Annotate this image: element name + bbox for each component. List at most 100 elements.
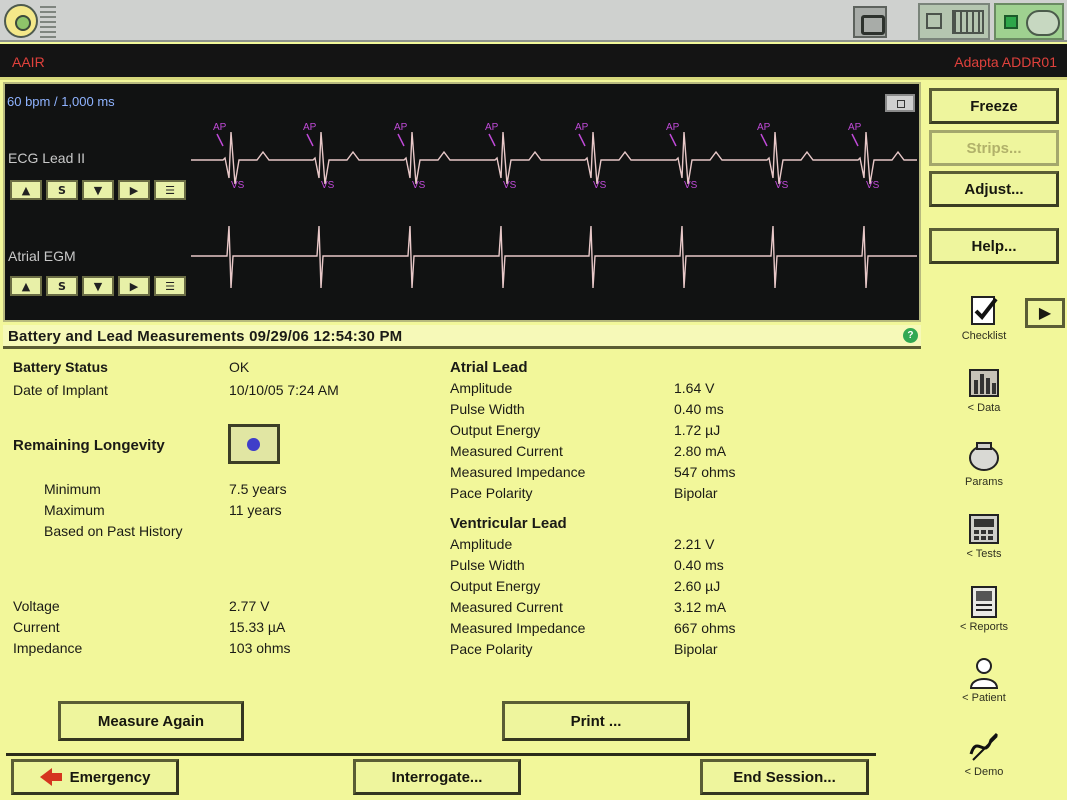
- minimum-value: 7.5 years: [229, 481, 287, 497]
- atrial-lead-title: Atrial Lead: [450, 359, 528, 376]
- minimum-label: Minimum: [44, 481, 101, 497]
- pace-marker-tick: [216, 133, 224, 147]
- ventricular-measured-current-value: 3.12 mA: [674, 599, 727, 615]
- atrial-measured-current-label: Measured Current: [450, 443, 563, 459]
- ecg-window-button[interactable]: [885, 94, 915, 112]
- atrial-pace-marker: AP: [848, 122, 862, 133]
- atrial-amplitude-label: Amplitude: [450, 380, 513, 396]
- implant-label: Date of Implant: [13, 382, 108, 398]
- ventricular-lead-title: Ventricular Lead: [450, 515, 567, 532]
- nav-patient-label: < Patient: [962, 692, 1006, 704]
- atrial-amplitude-value: 1.64 V: [674, 380, 715, 396]
- ventricular-amplitude-value: 2.21 V: [674, 536, 715, 552]
- freeze-button[interactable]: Freeze: [929, 88, 1059, 124]
- tests-icon: [967, 512, 1001, 546]
- channel1-menu-button[interactable]: ☰: [154, 180, 186, 200]
- measurements-title: Battery and Lead Measurements 09/29/06 1…: [8, 328, 403, 345]
- ventricular-pace-polarity-label: Pace Polarity: [450, 641, 533, 657]
- atrial-pace-marker: AP: [575, 122, 589, 133]
- atrial-pace-marker: AP: [666, 122, 680, 133]
- nav-reports-label: < Reports: [960, 621, 1008, 633]
- interrogate-button[interactable]: Interrogate...: [353, 759, 521, 795]
- window-layout-icon[interactable]: [918, 3, 990, 40]
- channel2-label: Atrial EGM: [8, 248, 76, 264]
- voltage-label: Voltage: [13, 598, 60, 614]
- nav-data[interactable]: < Data: [950, 366, 1018, 414]
- measure-again-button[interactable]: Measure Again: [58, 701, 244, 741]
- channel2-down-button[interactable]: ▼: [82, 276, 114, 296]
- nav-reports[interactable]: < Reports: [950, 585, 1018, 633]
- nav-patient[interactable]: < Patient: [950, 656, 1018, 704]
- pace-marker-tick: [760, 133, 768, 147]
- ventricular-amplitude-label: Amplitude: [450, 536, 513, 552]
- atrial-output-energy-label: Output Energy: [450, 422, 541, 438]
- nav-demo[interactable]: < Demo: [950, 730, 1018, 778]
- maximum-value: 11 years: [229, 502, 282, 518]
- ventricular-measured-current-label: Measured Current: [450, 599, 563, 615]
- nav-tests[interactable]: < Tests: [950, 512, 1018, 560]
- atrial-measured-impedance-label: Measured Impedance: [450, 464, 586, 480]
- atrial-pace-polarity-value: Bipolar: [674, 485, 718, 501]
- nav-data-label: < Data: [967, 402, 1001, 414]
- strips-button[interactable]: Strips...: [929, 130, 1059, 166]
- atrial-pace-polarity-label: Pace Polarity: [450, 485, 533, 501]
- ventricular-sense-marker: VS: [866, 180, 880, 191]
- ventricular-output-energy-label: Output Energy: [450, 578, 541, 594]
- channel1-controls: ▲ S ▼ ▶ ☰: [10, 180, 186, 200]
- device-icon[interactable]: [853, 6, 887, 38]
- ecg-lead-ii-trace: [191, 131, 917, 185]
- nav-demo-label: < Demo: [964, 766, 1004, 778]
- longevity-details-button[interactable]: [228, 424, 280, 464]
- help-dot-icon[interactable]: ?: [903, 328, 918, 343]
- emergency-button[interactable]: Emergency: [11, 759, 179, 795]
- channel2-menu-button[interactable]: ☰: [154, 276, 186, 296]
- help-button[interactable]: Help...: [929, 228, 1059, 264]
- voltage-value: 2.77 V: [229, 598, 270, 614]
- history-label: Based on Past History: [44, 523, 183, 539]
- data-icon: [967, 366, 1001, 400]
- nav-params[interactable]: Params: [950, 440, 1018, 488]
- atrial-pulse-width-value: 0.40 ms: [674, 401, 724, 417]
- device-model: Adapta ADDR01: [954, 54, 1057, 70]
- toolbar-grip-icon: [40, 6, 56, 38]
- patient-icon: [967, 656, 1001, 690]
- atrial-pace-marker: AP: [485, 122, 499, 133]
- nav-tests-label: < Tests: [966, 548, 1002, 560]
- ventricular-sense-marker: VS: [775, 180, 789, 191]
- channel2-next-button[interactable]: ▶: [118, 276, 150, 296]
- adjust-button[interactable]: Adjust...: [929, 171, 1059, 207]
- params-icon: [967, 440, 1001, 474]
- mode-bar: AAIR Adapta ADDR01: [0, 44, 1067, 80]
- pace-marker-tick: [578, 133, 586, 147]
- ecg-display: AP VS AP VS AP VS AP VS AP VS AP VS AP VS AP VS 60 bpm …: [3, 82, 921, 322]
- pace-marker-tick: [306, 133, 314, 147]
- reports-icon: [967, 585, 1001, 619]
- expand-arrow-button[interactable]: ▶: [1025, 298, 1065, 328]
- pace-marker-tick: [397, 133, 405, 147]
- nav-checklist[interactable]: Checklist: [950, 294, 1018, 342]
- channel2-scale-button[interactable]: S: [46, 276, 78, 296]
- end-session-button[interactable]: End Session...: [700, 759, 869, 795]
- channel1-scale-button[interactable]: S: [46, 180, 78, 200]
- nav-params-label: Params: [965, 476, 1003, 488]
- channel1-down-button[interactable]: ▼: [82, 180, 114, 200]
- connection-status-icon[interactable]: [994, 3, 1064, 40]
- implant-value: 10/10/05 7:24 AM: [229, 382, 339, 398]
- pacing-mode: AAIR: [12, 54, 45, 70]
- atrial-output-energy-value: 1.72 µJ: [674, 422, 721, 438]
- emergency-arrow-icon: [39, 768, 62, 786]
- ventricular-pace-polarity-value: Bipolar: [674, 641, 718, 657]
- atrial-pace-marker: AP: [213, 122, 227, 133]
- battery-status-label: Battery Status: [13, 359, 108, 375]
- ventricular-sense-marker: VS: [412, 180, 426, 191]
- checklist-icon: [967, 294, 1001, 328]
- atrial-pace-marker: AP: [303, 122, 317, 133]
- channel1-next-button[interactable]: ▶: [118, 180, 150, 200]
- current-label: Current: [13, 619, 60, 635]
- print-button[interactable]: Print ...: [502, 701, 690, 741]
- battery-status-value: OK: [229, 359, 250, 375]
- channel1-up-button[interactable]: ▲: [10, 180, 42, 200]
- channel2-up-button[interactable]: ▲: [10, 276, 42, 296]
- programmer-logo-icon[interactable]: [4, 4, 38, 38]
- atrial-egm-trace: [191, 225, 917, 289]
